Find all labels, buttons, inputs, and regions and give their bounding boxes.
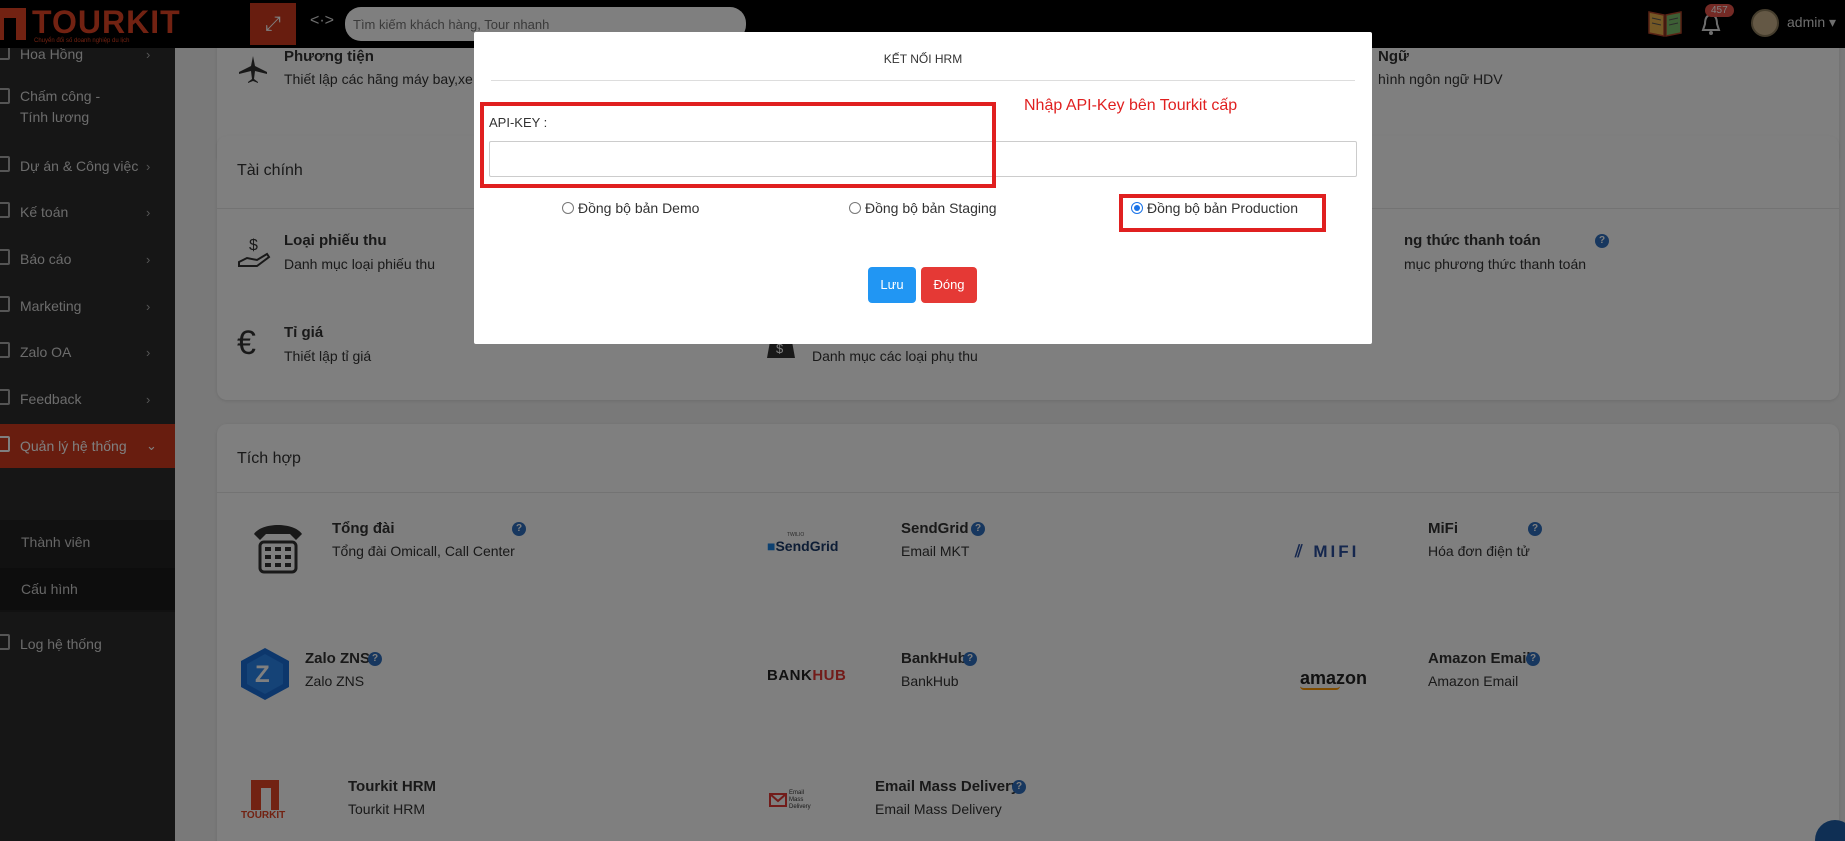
divider — [491, 80, 1355, 81]
production-highlight-box — [1119, 194, 1326, 232]
radio-staging[interactable] — [849, 202, 861, 214]
save-button[interactable]: Lưu — [868, 267, 916, 303]
annotation-text: Nhập API-Key bên Tourkit cấp — [1024, 97, 1238, 114]
hrm-connect-modal: KẾT NỐI HRM API-KEY : Đồng bộ bản Demo Đ… — [474, 32, 1372, 344]
option-demo[interactable]: Đồng bộ bản Demo — [562, 200, 699, 216]
close-button[interactable]: Đóng — [921, 267, 977, 303]
option-demo-label: Đồng bộ bản Demo — [578, 200, 700, 216]
modal-title: KẾT NỐI HRM — [883, 52, 963, 66]
option-staging-label: Đồng bộ bản Staging — [865, 200, 997, 216]
api-key-highlight-box — [480, 102, 996, 188]
radio-demo[interactable] — [562, 202, 574, 214]
option-staging[interactable]: Đồng bộ bản Staging — [849, 200, 997, 216]
